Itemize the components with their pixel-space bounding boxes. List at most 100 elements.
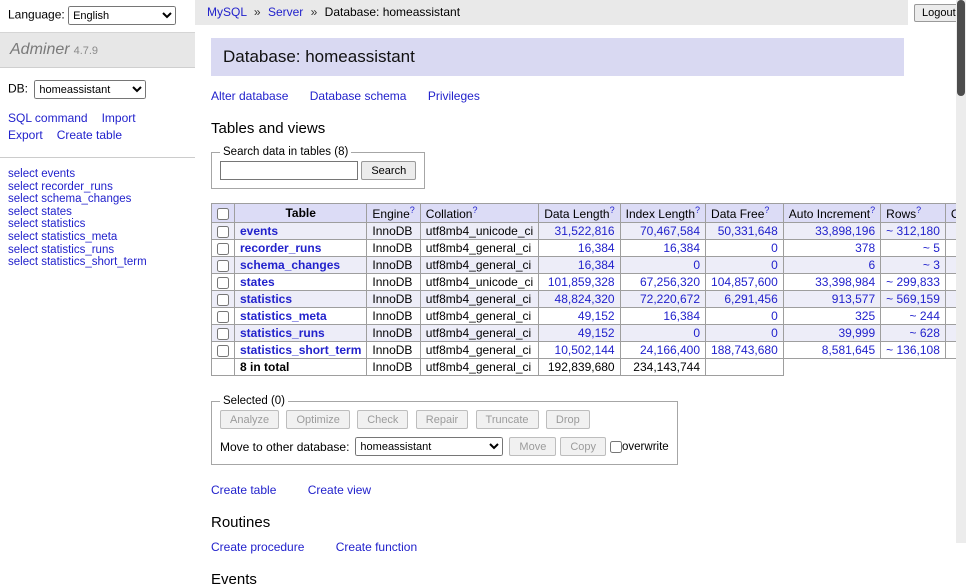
vertical-scrollbar[interactable] <box>956 0 966 543</box>
row-checkbox[interactable] <box>217 260 229 272</box>
help-link[interactable]: ? <box>695 205 700 215</box>
auto-increment-link[interactable]: 6 <box>868 258 875 272</box>
rows-count-link[interactable]: ~ 312,180 <box>886 224 940 238</box>
alter-database-link[interactable]: Alter database <box>211 89 288 103</box>
auto-increment-link[interactable]: 325 <box>855 309 875 323</box>
optimize-button[interactable]: Optimize <box>286 410 349 429</box>
row-checkbox[interactable] <box>217 294 229 306</box>
data-free-link[interactable]: 0 <box>771 258 778 272</box>
data-free-link[interactable]: 0 <box>771 309 778 323</box>
create-procedure-link[interactable]: Create procedure <box>211 540 304 554</box>
help-link[interactable]: ? <box>610 205 615 215</box>
sidebar-item-select-statistics-runs[interactable]: select statistics_runs <box>8 244 187 257</box>
create-function-link[interactable]: Create function <box>336 540 417 554</box>
help-link[interactable]: ? <box>472 205 477 215</box>
row-checkbox[interactable] <box>217 277 229 289</box>
sidebar-link-create-table[interactable]: Create table <box>57 128 122 142</box>
rows-count-link[interactable]: ~ 628 <box>910 326 940 340</box>
table-link[interactable]: states <box>240 275 275 289</box>
database-schema-link[interactable]: Database schema <box>310 89 407 103</box>
select-all-checkbox[interactable] <box>217 208 229 220</box>
scrollbar-thumb[interactable] <box>957 0 965 96</box>
auto-increment-link[interactable]: 33,898,196 <box>815 224 875 238</box>
search-button[interactable]: Search <box>361 161 416 180</box>
drop-button[interactable]: Drop <box>546 410 590 429</box>
rows-count-link[interactable]: ~ 3 <box>923 258 940 272</box>
index-length-link[interactable]: 0 <box>693 326 700 340</box>
create-table-link[interactable]: Create table <box>211 483 276 497</box>
data-free-link[interactable]: 50,331,648 <box>718 224 778 238</box>
rows-count-link[interactable]: ~ 5 <box>923 241 940 255</box>
data-length-link[interactable]: 49,152 <box>578 326 615 340</box>
data-length-link[interactable]: 16,384 <box>578 258 615 272</box>
row-checkbox[interactable] <box>217 311 229 323</box>
help-link[interactable]: ? <box>916 205 921 215</box>
data-length-link[interactable]: 49,152 <box>578 309 615 323</box>
sidebar-link-import[interactable]: Import <box>102 111 136 125</box>
row-checkbox[interactable] <box>217 328 229 340</box>
auto-increment-link[interactable]: 378 <box>855 241 875 255</box>
move-button[interactable]: Move <box>509 437 556 456</box>
index-length-link[interactable]: 24,166,400 <box>640 343 700 357</box>
breadcrumb-server-link[interactable]: Server <box>268 5 303 19</box>
data-length-link[interactable]: 16,384 <box>578 241 615 255</box>
data-free-link[interactable]: 0 <box>771 326 778 340</box>
language-select[interactable]: English <box>68 6 176 25</box>
check-button[interactable]: Check <box>357 410 408 429</box>
table-link[interactable]: events <box>240 224 278 238</box>
sidebar-item-select-recorder-runs[interactable]: select recorder_runs <box>8 181 187 194</box>
auto-increment-link[interactable]: 913,577 <box>832 292 875 306</box>
sidebar-link-export[interactable]: Export <box>8 128 43 142</box>
auto-increment-link[interactable]: 33,398,984 <box>815 275 875 289</box>
index-length-link[interactable]: 67,256,320 <box>640 275 700 289</box>
privileges-link[interactable]: Privileges <box>428 89 480 103</box>
help-link[interactable]: ? <box>764 205 769 215</box>
table-link[interactable]: statistics_runs <box>240 326 325 340</box>
repair-button[interactable]: Repair <box>416 410 468 429</box>
index-length-link[interactable]: 16,384 <box>663 241 700 255</box>
data-free-link[interactable]: 0 <box>771 241 778 255</box>
sidebar-item-select-events[interactable]: select events <box>8 168 187 181</box>
table-link[interactable]: recorder_runs <box>240 241 321 255</box>
index-length-link[interactable]: 72,220,672 <box>640 292 700 306</box>
data-length-link[interactable]: 10,502,144 <box>555 343 615 357</box>
data-free-link[interactable]: 6,291,456 <box>724 292 777 306</box>
sidebar-item-select-statistics-meta[interactable]: select statistics_meta <box>8 231 187 244</box>
data-length-link[interactable]: 101,859,328 <box>548 275 615 289</box>
index-length-link[interactable]: 16,384 <box>663 309 700 323</box>
index-length-link[interactable]: 0 <box>693 258 700 272</box>
auto-increment-link[interactable]: 39,999 <box>838 326 875 340</box>
overwrite-checkbox[interactable] <box>610 441 622 453</box>
index-length-link[interactable]: 70,467,584 <box>640 224 700 238</box>
help-link[interactable]: ? <box>410 205 415 215</box>
move-db-select[interactable]: homeassistant <box>355 437 503 456</box>
row-checkbox[interactable] <box>217 226 229 238</box>
search-input[interactable] <box>220 161 358 180</box>
breadcrumb-mysql-link[interactable]: MySQL <box>207 5 247 19</box>
data-free-link[interactable]: 104,857,600 <box>711 275 778 289</box>
sidebar-link-sql-command[interactable]: SQL command <box>8 111 88 125</box>
sidebar-item-select-statistics-short-term[interactable]: select statistics_short_term <box>8 256 187 269</box>
row-checkbox[interactable] <box>217 243 229 255</box>
copy-button[interactable]: Copy <box>560 437 606 456</box>
table-link[interactable]: schema_changes <box>240 258 340 272</box>
sidebar-item-select-states[interactable]: select states <box>8 206 187 219</box>
auto-increment-link[interactable]: 8,581,645 <box>822 343 875 357</box>
sidebar-item-select-schema-changes[interactable]: select schema_changes <box>8 193 187 206</box>
table-link[interactable]: statistics_meta <box>240 309 327 323</box>
rows-count-link[interactable]: ~ 244 <box>910 309 940 323</box>
help-link[interactable]: ? <box>870 205 875 215</box>
db-select[interactable]: homeassistant <box>34 80 146 99</box>
table-link[interactable]: statistics_short_term <box>240 343 361 357</box>
data-length-link[interactable]: 48,824,320 <box>555 292 615 306</box>
table-link[interactable]: statistics <box>240 292 292 306</box>
data-free-link[interactable]: 188,743,680 <box>711 343 778 357</box>
sidebar-item-select-statistics[interactable]: select statistics <box>8 218 187 231</box>
rows-count-link[interactable]: ~ 136,108 <box>886 343 940 357</box>
rows-count-link[interactable]: ~ 569,159 <box>886 292 940 306</box>
truncate-button[interactable]: Truncate <box>476 410 539 429</box>
create-view-link[interactable]: Create view <box>308 483 371 497</box>
row-checkbox[interactable] <box>217 345 229 357</box>
rows-count-link[interactable]: ~ 299,833 <box>886 275 940 289</box>
analyze-button[interactable]: Analyze <box>220 410 279 429</box>
